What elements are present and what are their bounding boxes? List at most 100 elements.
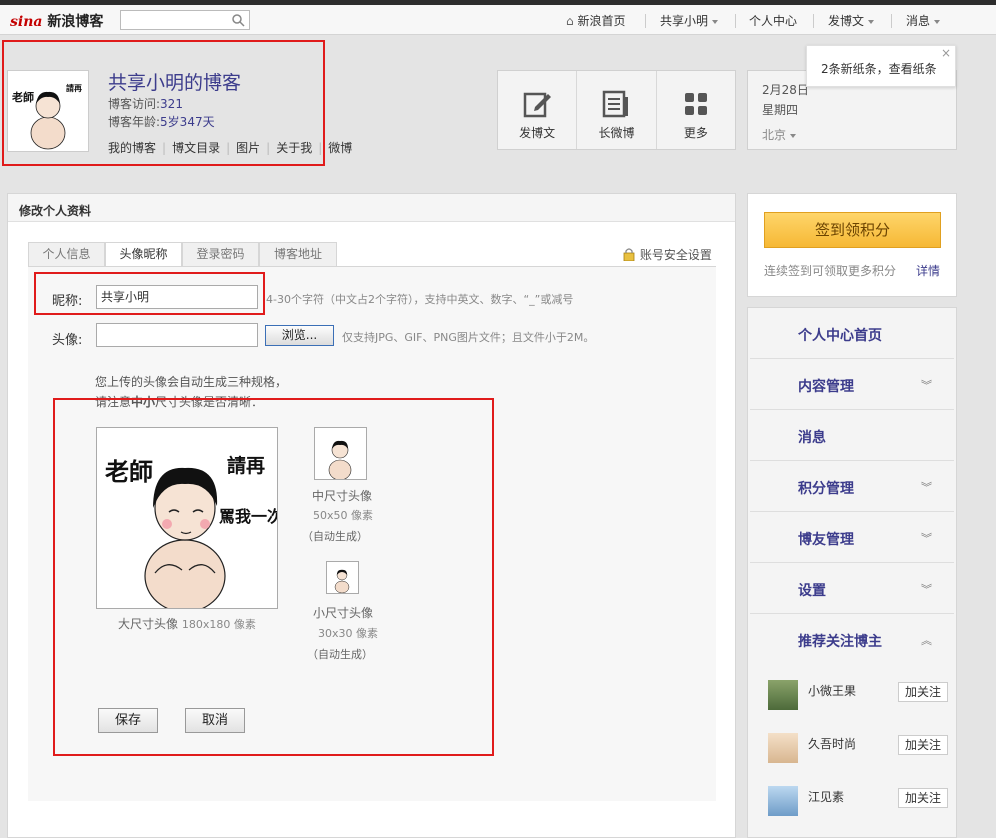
list-item: 久吾时尚 加关注 [768,733,948,767]
chevron-down-icon: ︾ [921,481,932,494]
blog-menu-pictures[interactable]: 图片 [236,141,260,155]
menu-divider: | [318,141,323,155]
avatar-image-small [327,562,358,594]
blog-avatar[interactable]: 老師 請再 [7,70,89,152]
nickname-label: 昵称: [52,294,83,309]
list-item: 小微王果 加关注 [768,680,948,714]
avatar[interactable] [768,680,798,710]
quick-tools: 发博文 长微博 更多 [497,70,736,150]
blog-title[interactable]: 共享小明的博客 [108,68,241,95]
cancel-button[interactable]: 取消 [185,708,245,733]
browse-button[interactable]: 浏览... [265,325,334,346]
avatar-hint: 仅支持JPG、GIF、PNG图片文件；且文件小于2M。 [342,331,595,344]
nav-personal-center[interactable]: 个人中心 [749,12,797,29]
follow-button[interactable]: 加关注 [898,788,948,808]
notice-popup: 2条新纸条，查看纸条 × [806,45,956,87]
more-tool[interactable]: 更多 [657,71,735,149]
chevron-down-icon [712,19,719,24]
friend-name[interactable]: 江见素 [808,788,844,805]
sign-in-box: 签到领积分 连续签到可领取更多积分 详情 [747,193,957,297]
grid-icon [684,93,707,115]
follow-button[interactable]: 加关注 [898,735,948,755]
friend-name[interactable]: 久吾时尚 [808,735,856,752]
blog-menu-about[interactable]: 关于我 [276,141,312,155]
blog-menu-my-blog[interactable]: 我的博客 [108,141,156,155]
small-avatar-preview [326,561,359,594]
sidebar-item-settings[interactable]: 设置 ︾ [750,563,954,614]
menu-divider: | [266,141,271,155]
security-settings-link[interactable]: 账号安全设置 [622,246,712,263]
sign-in-details-link[interactable]: 详情 [916,262,940,279]
chevron-down-icon: ︾ [921,583,932,596]
nav-divider [891,14,892,28]
nav-divider [735,14,736,28]
avatar-file-input[interactable] [96,323,258,347]
sidebar-item-recommend[interactable]: 推荐关注博主 ︽ [750,614,954,665]
friend-name[interactable]: 小微王果 [808,682,856,699]
menu-divider: | [226,141,231,155]
tab-avatar-nickname[interactable]: 头像昵称 [105,242,182,267]
blog-menu-catalog[interactable]: 博文目录 [172,141,220,155]
top-navbar: sina 新浪博客 ⌂ 新浪首页 共享小明 个人中心 发博文 消息 [0,5,996,35]
nav-user-menu[interactable]: 共享小明 [660,12,719,29]
sina-blog-logo[interactable]: sina 新浪博客 [10,11,103,31]
search-icon[interactable] [231,13,245,27]
tab-personal-info[interactable]: 个人信息 [28,242,105,266]
avatar-note-line2: 请注意中小尺寸头像是否清晰： [95,395,264,409]
nav-divider [645,14,646,28]
chevron-down-icon: ︾ [921,532,932,545]
blog-visits: 博客访问:321 [108,97,183,111]
sidebar-item-home[interactable]: 个人中心首页 [750,308,954,359]
chevron-down-icon [934,19,941,24]
top-search-input[interactable] [120,10,250,30]
svg-text:罵我一次: 罵我一次 [219,507,277,526]
sidebar-item-content[interactable]: 内容管理 ︾ [750,359,954,410]
menu-divider: | [162,141,167,155]
nav-divider [813,14,814,28]
chevron-up-icon: ︽ [921,634,932,647]
sign-in-button[interactable]: 签到领积分 [764,212,941,248]
document-icon [603,90,629,118]
avatar-image-large: 老師 請再 罵我一次 [97,428,283,613]
lock-icon [623,248,635,262]
avatar[interactable] [768,733,798,763]
medium-avatar-preview [314,427,367,481]
avatar-note-line1: 您上传的头像会自动生成三种规格， [95,375,288,389]
medium-avatar-caption: 中尺寸头像 [312,489,373,503]
save-button[interactable]: 保存 [98,708,158,733]
avatar-image-medium [315,428,366,481]
avatar-image: 老師 請再 [8,71,88,151]
tab-login-password[interactable]: 登录密码 [182,242,259,266]
nav-post-blog[interactable]: 发博文 [828,12,875,29]
close-icon[interactable]: × [941,46,951,60]
svg-text:請再: 請再 [227,454,265,477]
notice-link[interactable]: 2条新纸条，查看纸条 [821,60,937,77]
city-selector[interactable]: 北京 [762,126,797,143]
sidebar-item-friends[interactable]: 博友管理 ︾ [750,512,954,563]
svg-text:老師: 老師 [11,90,34,104]
blog-menu-weibo[interactable]: 微博 [328,141,352,155]
avatar-label: 头像: [52,333,83,348]
nav-messages[interactable]: 消息 [906,12,941,29]
sign-in-tip: 连续签到可领取更多积分 [764,264,897,278]
large-avatar-preview: 老師 請再 罵我一次 [96,427,283,613]
large-avatar-caption: 大尺寸头像 180x180 像素 [118,617,256,631]
nickname-input[interactable]: 共享小明 [96,285,258,309]
tab-blog-address[interactable]: 博客地址 [259,242,337,266]
list-item: 江见素 加关注 [768,786,948,820]
small-avatar-size: 30x30 像素 [318,627,379,640]
sidebar-item-points[interactable]: 积分管理 ︾ [750,461,954,512]
small-avatar-caption: 小尺寸头像 [313,606,374,620]
chevron-down-icon [868,19,875,24]
chevron-down-icon: ︾ [921,379,932,392]
follow-button[interactable]: 加关注 [898,682,948,702]
edit-icon [523,92,552,118]
post-blog-tool[interactable]: 发博文 [498,71,578,149]
weekday-text: 星期四 [762,103,799,117]
medium-avatar-size: 50x50 像素 [313,509,374,522]
avatar[interactable] [768,786,798,816]
sidebar-menu: 个人中心首页 内容管理 ︾ 消息 积分管理 ︾ 博友管理 ︾ 设置 ︾ 推荐关注博主 ︽ … [747,307,957,838]
nav-sina-home[interactable]: ⌂ 新浪首页 [566,12,625,29]
long-weibo-tool[interactable]: 长微博 [577,71,657,149]
sidebar-item-messages[interactable]: 消息 [750,410,954,461]
